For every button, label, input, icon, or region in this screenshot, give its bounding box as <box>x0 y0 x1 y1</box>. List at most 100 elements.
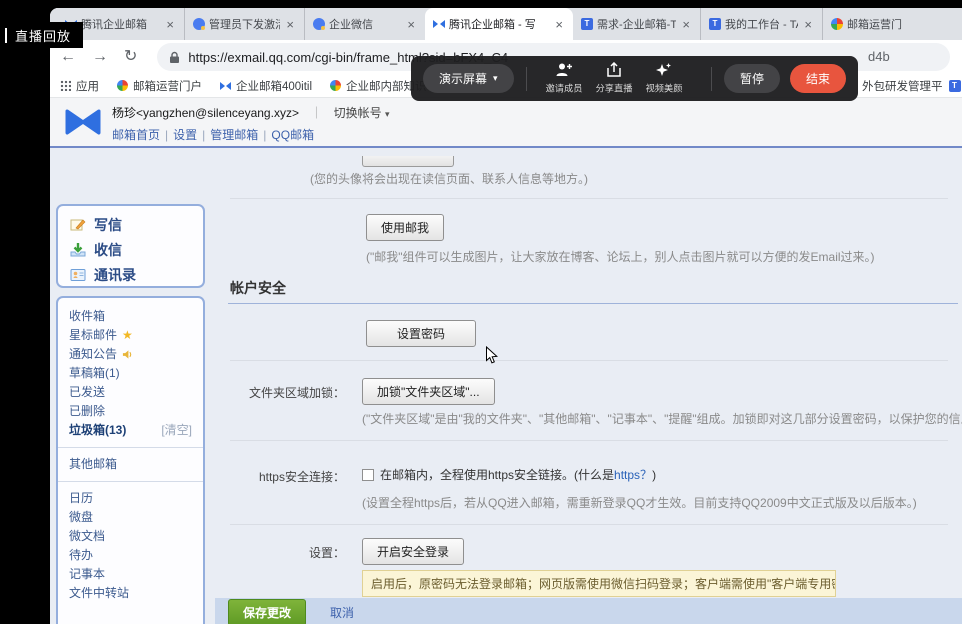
chevron-down-icon: ▾ <box>493 73 498 84</box>
folder-label: 已发送 <box>69 383 105 402</box>
end-label: 结束 <box>806 70 830 87</box>
secure-login-notice: 启用后，原密码无法登录邮箱；网页版需使用微信扫码登录；客户端需使用"客户端专用密… <box>362 570 836 597</box>
section-title-account-security: 帐户安全 <box>230 278 286 298</box>
tab-close-icon[interactable]: × <box>405 17 417 32</box>
end-button[interactable]: 结束 <box>790 64 846 93</box>
nav-link-manage-mail[interactable]: 管理邮箱 <box>210 128 258 142</box>
forward-icon[interactable]: → <box>92 49 108 65</box>
tapd-favicon: T <box>709 18 721 30</box>
folder-label: 草稿箱(1) <box>69 364 120 383</box>
tab-wecom[interactable]: 企业微信 × <box>305 8 425 40</box>
app-weidocs[interactable]: 微文档 <box>69 527 192 546</box>
divider <box>58 447 203 448</box>
app-calendar[interactable]: 日历 <box>69 489 192 508</box>
bookmark-exmail-400[interactable]: 企业邮箱400itil <box>220 78 312 94</box>
invite-member-button[interactable]: 邀请成员 <box>539 62 589 95</box>
folder-other-mailboxes[interactable]: 其他邮箱 <box>69 455 192 474</box>
avatar-note: (您的头像将会出现在读信页面、联系人信息等地方。) <box>310 170 588 187</box>
receive-icon <box>70 242 86 258</box>
set-password-button[interactable]: 设置密码 <box>366 320 476 347</box>
back-icon[interactable]: ← <box>60 49 76 65</box>
tab-title: 腾讯企业邮箱 <box>81 16 160 32</box>
tab-close-icon[interactable]: × <box>802 17 814 32</box>
bottom-action-bar: 保存更改 取消 <box>215 598 962 624</box>
empty-spam-link[interactable]: [清空] <box>161 421 192 440</box>
nav-link-qqmail[interactable]: QQ邮箱 <box>271 128 314 142</box>
app-weidrive[interactable]: 微盘 <box>69 508 192 527</box>
tab-close-icon[interactable]: × <box>284 17 296 32</box>
folder-inbox[interactable]: 收件箱 <box>69 307 192 326</box>
app-label: 微盘 <box>69 508 93 527</box>
tab-close-icon[interactable]: × <box>164 17 176 32</box>
app-todo[interactable]: 待办 <box>69 546 192 565</box>
contacts-label: 通讯录 <box>94 265 136 285</box>
save-button[interactable]: 保存更改 <box>228 599 306 624</box>
mailme-button[interactable]: 使用邮我 <box>366 214 444 241</box>
video-beauty-button[interactable]: 视频美颜 <box>639 62 689 95</box>
switch-account-link[interactable]: 切换帐号 <box>334 106 382 120</box>
folder-label: 收件箱 <box>69 307 105 326</box>
replay-badge: 直播回放 <box>0 22 83 48</box>
divider <box>230 360 948 361</box>
settings-content: (您的头像将会出现在读信页面、联系人信息等地方。) 使用邮我 ("邮我"组件可以… <box>215 148 962 624</box>
share-live-button[interactable]: 分享直播 <box>589 62 639 95</box>
tab-close-icon[interactable]: × <box>680 17 692 32</box>
invite-member-label: 邀请成员 <box>545 81 582 95</box>
present-screen-button[interactable]: 演示屏幕 ▾ <box>423 64 514 93</box>
receive-button[interactable]: 收信 <box>70 237 203 262</box>
divider: | <box>263 128 266 142</box>
app-label: 记事本 <box>69 565 105 584</box>
tab-exmail-active[interactable]: 腾讯企业邮箱 - 写 × <box>425 8 573 40</box>
folder-label: 垃圾箱(13) <box>69 421 126 440</box>
reload-icon[interactable]: ↻ <box>124 49 137 65</box>
app-file-transfer[interactable]: 文件中转站 <box>69 584 192 603</box>
mail-header: 杨珍<yangzhen@silenceyang.xyz> ｜ 切换帐号 ▾ 邮箱… <box>50 98 962 146</box>
secure-login-button[interactable]: 开启安全登录 <box>362 538 464 565</box>
lock-icon <box>169 51 180 64</box>
cancel-link[interactable]: 取消 <box>330 604 354 621</box>
separator: ｜ <box>310 106 322 120</box>
app-notes[interactable]: 记事本 <box>69 565 192 584</box>
chevron-down-icon[interactable]: ▾ <box>385 109 390 119</box>
tab-strip: 腾讯企业邮箱 × 管理员下发激活码 × 企业微信 × 腾讯企业邮箱 - 写 × … <box>50 8 962 40</box>
pause-button[interactable]: 暂停 <box>724 64 780 93</box>
nav-link-mail-home[interactable]: 邮箱首页 <box>112 128 160 142</box>
setting-label: 设置： <box>215 544 345 561</box>
https-question-post: ) <box>652 468 656 482</box>
share-live-icon <box>606 62 622 78</box>
folder-starred[interactable]: 星标邮件★ <box>69 326 192 345</box>
bookmark-apps[interactable]: 应用 <box>60 78 99 94</box>
folder-announcements[interactable]: 通知公告 <box>69 345 192 364</box>
bookmark-mail-portal[interactable]: 邮箱运营门户 <box>117 78 202 94</box>
avatar-button-partial[interactable] <box>362 156 454 167</box>
https-checkbox[interactable] <box>362 469 374 481</box>
folder-deleted[interactable]: 已删除 <box>69 402 192 421</box>
tab-tapd-requirement[interactable]: T 需求-企业邮箱-TA × <box>573 8 701 40</box>
folder-lock-label: 文件夹区域加锁： <box>215 384 345 401</box>
wecom-favicon <box>193 18 205 30</box>
folder-spam[interactable]: 垃圾箱(13) [清空] <box>69 421 192 440</box>
tab-activation-code[interactable]: 管理员下发激活码 × <box>185 8 305 40</box>
sidebar-folders: 收件箱 星标邮件★ 通知公告 草稿箱(1) 已发送 已删除 垃圾箱(13) [清空… <box>56 296 205 624</box>
exmail-favicon <box>433 18 445 30</box>
tapd-favicon: T <box>581 18 593 30</box>
app-label: 文件中转站 <box>69 584 129 603</box>
nav-link-settings[interactable]: 设置 <box>173 128 197 142</box>
user-address: 杨珍<yangzhen@silenceyang.xyz> <box>112 106 299 120</box>
tab-tapd-workbench[interactable]: T 我的工作台 - TAP × <box>701 8 823 40</box>
folder-sent[interactable]: 已发送 <box>69 383 192 402</box>
what-is-https-link[interactable]: https？ <box>614 468 652 482</box>
tab-close-icon[interactable]: × <box>553 17 565 32</box>
tab-mail-portal[interactable]: 邮箱运营门 <box>823 8 915 40</box>
bookmark-label: 外包研发管理平 <box>862 78 943 94</box>
bookmark-label: 邮箱运营门户 <box>133 78 202 94</box>
contacts-button[interactable]: 通讯录 <box>70 262 203 287</box>
replay-label: 直播回放 <box>15 26 71 45</box>
folder-lock-button[interactable]: 加锁"文件夹区域"... <box>362 378 495 405</box>
bookmark-outsourcing[interactable]: 外包研发管理平 T <box>862 74 961 98</box>
divider <box>230 440 948 441</box>
folder-drafts[interactable]: 草稿箱(1) <box>69 364 192 383</box>
divider <box>58 481 203 482</box>
divider <box>230 524 948 525</box>
compose-button[interactable]: 写信 <box>70 212 203 237</box>
